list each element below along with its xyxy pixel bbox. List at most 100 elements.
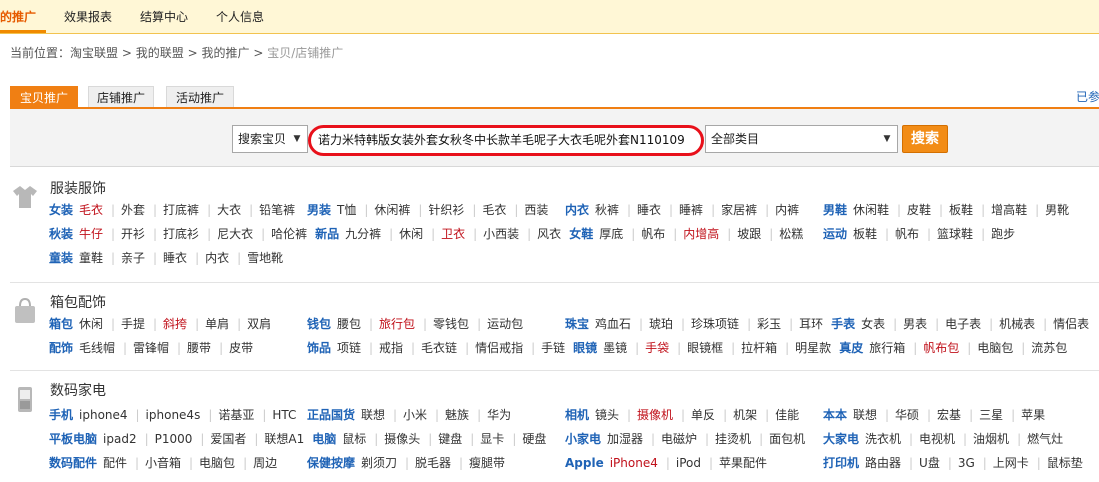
keyword-link[interactable]: 瘦腿带 <box>469 451 505 475</box>
category-link[interactable]: 运动 <box>823 222 847 246</box>
keyword-link[interactable]: 小米 <box>403 403 427 427</box>
keyword-link[interactable]: 内裤 <box>775 198 799 222</box>
keyword-link[interactable]: 帆布 <box>895 222 919 246</box>
keyword-link[interactable]: 睡裤 <box>679 198 703 222</box>
category-link[interactable]: 相机 <box>565 403 589 427</box>
keyword-link[interactable]: 尼大衣 <box>217 222 253 246</box>
keyword-link[interactable]: 帆布 <box>641 222 665 246</box>
keyword-link[interactable]: 男表 <box>903 312 927 336</box>
keyword-link[interactable]: 腰带 <box>187 336 211 360</box>
keyword-link[interactable]: 3G <box>958 451 975 475</box>
keyword-link[interactable]: 秋裤 <box>595 198 619 222</box>
keyword-link[interactable]: 三星 <box>979 403 1003 427</box>
keyword-link[interactable]: 爱国者 <box>210 427 246 451</box>
keyword-link[interactable]: 手链 <box>541 336 565 360</box>
keyword-link[interactable]: 摄像头 <box>384 427 420 451</box>
keyword-link[interactable]: 跑步 <box>991 222 1015 246</box>
keyword-link[interactable]: 彩玉 <box>757 312 781 336</box>
keyword-link[interactable]: 卫衣 <box>441 222 465 246</box>
keyword-link[interactable]: 拉杆箱 <box>741 336 777 360</box>
category-link[interactable]: 箱包 <box>49 312 73 336</box>
keyword-link[interactable]: 休闲 <box>79 312 103 336</box>
keyword-link[interactable]: 篮球鞋 <box>937 222 973 246</box>
keyword-link[interactable]: 华为 <box>487 403 511 427</box>
keyword-link[interactable]: P1000 <box>155 427 193 451</box>
category-select[interactable]: 全部类目 ▼ <box>705 125 898 153</box>
category-link[interactable]: 小家电 <box>565 427 601 451</box>
keyword-link[interactable]: 手提 <box>121 312 145 336</box>
category-link[interactable]: 大家电 <box>823 427 859 451</box>
keyword-link[interactable]: 珍珠项链 <box>691 312 739 336</box>
keyword-link[interactable]: T恤 <box>337 198 356 222</box>
keyword-link[interactable]: 腰包 <box>337 312 361 336</box>
keyword-link[interactable]: 流苏包 <box>1031 336 1067 360</box>
keyword-link[interactable]: 墨镜 <box>603 336 627 360</box>
keyword-link[interactable]: 手袋 <box>645 336 669 360</box>
category-link[interactable]: 钱包 <box>307 312 331 336</box>
keyword-link[interactable]: 坡跟 <box>737 222 761 246</box>
category-link[interactable]: 女鞋 <box>569 222 593 246</box>
keyword-link[interactable]: iPhone4 <box>610 451 658 475</box>
keyword-link[interactable]: 休闲 <box>399 222 423 246</box>
category-link[interactable]: 平板电脑 <box>49 427 97 451</box>
keyword-link[interactable]: 机架 <box>733 403 757 427</box>
keyword-link[interactable]: 厚底 <box>599 222 623 246</box>
keyword-link[interactable]: 松糕 <box>779 222 803 246</box>
keyword-link[interactable]: 休闲裤 <box>374 198 410 222</box>
keyword-link[interactable]: 加湿器 <box>607 427 643 451</box>
keyword-link[interactable]: 电脑包 <box>199 451 235 475</box>
keyword-link[interactable]: 电脑包 <box>977 336 1013 360</box>
keyword-link[interactable]: 联想 <box>361 403 385 427</box>
keyword-link[interactable]: 鼠标 <box>342 427 366 451</box>
category-link[interactable]: 配饰 <box>49 336 73 360</box>
search-input[interactable]: 诺力米特韩版女装外套女秋冬中长款羊毛呢子大衣毛呢外套N110109 <box>308 125 704 156</box>
category-link[interactable]: 正品国货 <box>307 403 355 427</box>
keyword-link[interactable]: 铅笔裤 <box>259 198 295 222</box>
keyword-link[interactable]: 睡衣 <box>163 246 187 270</box>
category-link[interactable]: 男装 <box>307 198 331 222</box>
keyword-link[interactable]: 运动包 <box>487 312 523 336</box>
keyword-link[interactable]: 眼镜框 <box>687 336 723 360</box>
keyword-link[interactable]: 打底衫 <box>163 222 199 246</box>
keyword-link[interactable]: 明星款 <box>795 336 831 360</box>
keyword-link[interactable]: 哈伦裤 <box>271 222 307 246</box>
tab-item-promotion[interactable]: 宝贝推广 <box>10 86 78 108</box>
keyword-link[interactable]: 电视机 <box>919 427 955 451</box>
keyword-link[interactable]: 宏基 <box>937 403 961 427</box>
breadcrumb-link-my-promotion[interactable]: 我的推广 <box>201 46 249 60</box>
keyword-link[interactable]: 苹果配件 <box>719 451 767 475</box>
nav-personal-info[interactable]: 个人信息 <box>216 0 264 33</box>
keyword-link[interactable]: 童鞋 <box>79 246 103 270</box>
keyword-link[interactable]: 睡衣 <box>637 198 661 222</box>
category-link[interactable]: 童装 <box>49 246 73 270</box>
keyword-link[interactable]: 小西装 <box>483 222 519 246</box>
keyword-link[interactable]: 皮带 <box>229 336 253 360</box>
keyword-link[interactable]: 洗衣机 <box>865 427 901 451</box>
keyword-link[interactable]: 外套 <box>121 198 145 222</box>
keyword-link[interactable]: 牛仔 <box>79 222 103 246</box>
category-link[interactable]: 本本 <box>823 403 847 427</box>
keyword-link[interactable]: 机械表 <box>999 312 1035 336</box>
keyword-link[interactable]: 双肩 <box>247 312 271 336</box>
search-type-select[interactable]: 搜索宝贝 ▼ <box>232 125 308 153</box>
search-button[interactable]: 搜索 <box>902 125 948 153</box>
category-link[interactable]: Apple <box>565 451 604 475</box>
keyword-link[interactable]: 戒指 <box>379 336 403 360</box>
nav-reports[interactable]: 效果报表 <box>64 0 112 33</box>
keyword-link[interactable]: 键盘 <box>438 427 462 451</box>
keyword-link[interactable]: 内衣 <box>205 246 229 270</box>
keyword-link[interactable]: HTC <box>272 403 296 427</box>
keyword-link[interactable]: 九分裤 <box>345 222 381 246</box>
keyword-link[interactable]: 开衫 <box>121 222 145 246</box>
keyword-link[interactable]: 琥珀 <box>649 312 673 336</box>
keyword-link[interactable]: 佳能 <box>775 403 799 427</box>
keyword-link[interactable]: 魅族 <box>445 403 469 427</box>
keyword-link[interactable]: 配件 <box>103 451 127 475</box>
keyword-link[interactable]: 硬盘 <box>522 427 546 451</box>
keyword-link[interactable]: iphone4s <box>146 403 201 427</box>
keyword-link[interactable]: 毛衣 <box>79 198 103 222</box>
category-link[interactable]: 手表 <box>831 312 855 336</box>
keyword-link[interactable]: 女表 <box>861 312 885 336</box>
keyword-link[interactable]: 面包机 <box>769 427 805 451</box>
keyword-link[interactable]: 男靴 <box>1045 198 1069 222</box>
